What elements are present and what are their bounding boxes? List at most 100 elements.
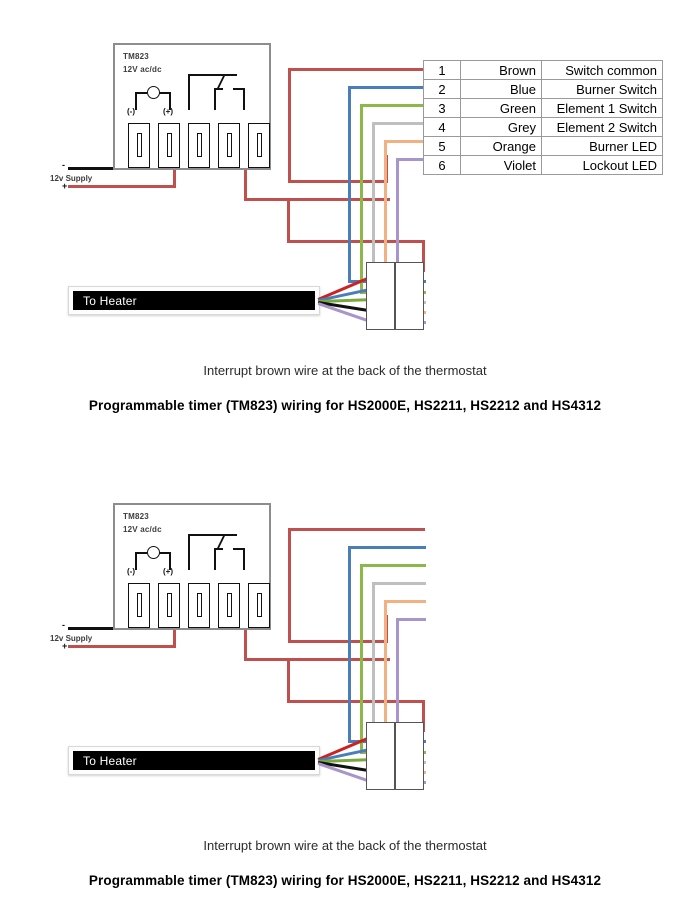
terminal-slot [256,133,262,157]
terminal-post-1 [128,123,150,168]
terminal-slot [226,133,232,157]
terminal-post-2 [158,583,180,628]
internal-link-bulb-left [135,92,137,110]
terminal-post-2 [158,123,180,168]
wire-thermostat-feed-horizontal [287,240,425,243]
internal-link-bulb-top-left [135,552,147,554]
caption-subtitle: Interrupt brown wire at the back of the … [203,838,487,853]
terminal-post-5 [248,583,270,628]
wire-loop-violet-top [396,618,426,621]
wire-color: Brown [460,60,542,80]
internal-link-relay-diagonal [217,76,225,88]
terminal-slot [166,133,172,157]
table-row: 4 Grey Element 2 Switch [423,117,663,137]
wire-loop-grey-top [372,582,426,585]
wire-timer-out-horizontal [244,198,390,201]
wire-color: Grey [460,117,542,137]
terminal-post-4 [218,123,240,168]
wire-number: 3 [423,98,461,118]
wire-row1-riser-high [288,68,291,183]
terminal-negative-label: (-) [127,107,135,116]
thermostat-connector [366,262,424,330]
wire-color: Orange [460,136,542,156]
thermostat-connector [366,722,424,790]
terminal-post-1 [128,583,150,628]
wire-function: Element 2 Switch [541,117,663,137]
caption-title: Programmable timer (TM823) wiring for HS… [88,873,602,888]
wire-loop-green-top [360,104,426,107]
wire-loop-green-left [360,564,363,754]
wire-row1-riser-high [288,528,291,643]
caption-subtitle: Interrupt brown wire at the back of the … [203,363,487,378]
internal-link-bulb-top-left [135,92,147,94]
timer-model-label: TM823 [123,512,149,521]
table-row: 3 Green Element 1 Switch [423,98,663,118]
internal-link-relay-left [188,74,190,110]
caption-title: Programmable timer (TM823) wiring for HS… [88,398,602,413]
terminal-positive-label: (+) [163,107,173,116]
wire-legend-body: 1 Brown Switch common 2 Blue Burner Swit… [423,60,663,175]
terminal-slot [196,133,202,157]
table-row: 6 Violet Lockout LED [423,155,663,175]
internal-link-relay-mid [214,88,216,110]
wire-number: 4 [423,117,461,137]
wire-timer-out-horizontal [244,658,390,661]
timer-voltage-label: 12V ac/dc [123,525,162,534]
heater-connector: To Heater [68,746,320,775]
internal-link-relay-mid [214,548,216,570]
wire-supply-positive [68,185,176,188]
heater-bar: To Heater [73,291,315,310]
table-row: 5 Orange Burner LED [423,136,663,156]
terminal-slot [256,593,262,617]
wire-loop-blue-left [348,86,351,283]
wiring-diagram-1: TM823 12V ac/dc (-) (+) - 12v Supply + T… [0,0,690,440]
heater-label: To Heater [83,753,137,768]
wire-thermostat-feed-riser [287,198,290,243]
wire-loop-blue-top [348,86,426,89]
timer-unit: TM823 12V ac/dc (-) (+) [113,43,271,170]
thermostat-divider [394,723,396,789]
terminal-slot [136,133,142,157]
internal-link-relay-top [188,534,237,536]
terminal-slot [196,593,202,617]
wire-supply-positive [68,645,176,648]
internal-link-relay-left [188,534,190,570]
wire-color: Violet [460,155,542,175]
wire-loop-green-top [360,564,426,567]
heater-bar: To Heater [73,751,315,770]
wire-function: Switch common [541,60,663,80]
supply-positive-sign: + [62,641,68,651]
wire-thermostat-feed-horizontal [287,700,425,703]
wiring-diagram-2: TM823 12V ac/dc (-) (+) - 12v Supply + T… [0,460,690,900]
wire-function: Burner Switch [541,79,663,99]
wire-number: 6 [423,155,461,175]
table-row: 1 Brown Switch common [423,60,663,80]
wire-loop-green-left [360,104,363,294]
wire-color: Green [460,98,542,118]
wire-loop-orange-top [384,600,426,603]
wire-row1-horizontal-high [288,528,425,531]
wire-number: 2 [423,79,461,99]
internal-link-bulb-left [135,552,137,570]
terminal-slot [166,593,172,617]
wire-loop-violet-top [396,158,426,161]
indicator-lamp-icon [147,86,160,99]
wire-loop-blue-top [348,546,426,549]
supply-label: 12v Supply [50,174,93,183]
internal-link-relay-diagonal [217,536,225,548]
heater-label: To Heater [83,293,137,308]
wire-number: 5 [423,136,461,156]
supply-negative-sign: - [62,160,65,170]
timer-unit: TM823 12V ac/dc (-) (+) [113,503,271,630]
wire-loop-orange-top [384,140,426,143]
terminal-slot [136,593,142,617]
terminal-post-4 [218,583,240,628]
wire-function: Burner LED [541,136,663,156]
terminal-post-3 [188,583,210,628]
supply-label: 12v Supply [50,634,93,643]
wire-function: Lockout LED [541,155,663,175]
indicator-lamp-icon [147,546,160,559]
heater-connector: To Heater [68,286,320,315]
wire-row1-horizontal-high [288,68,425,71]
wire-color: Blue [460,79,542,99]
